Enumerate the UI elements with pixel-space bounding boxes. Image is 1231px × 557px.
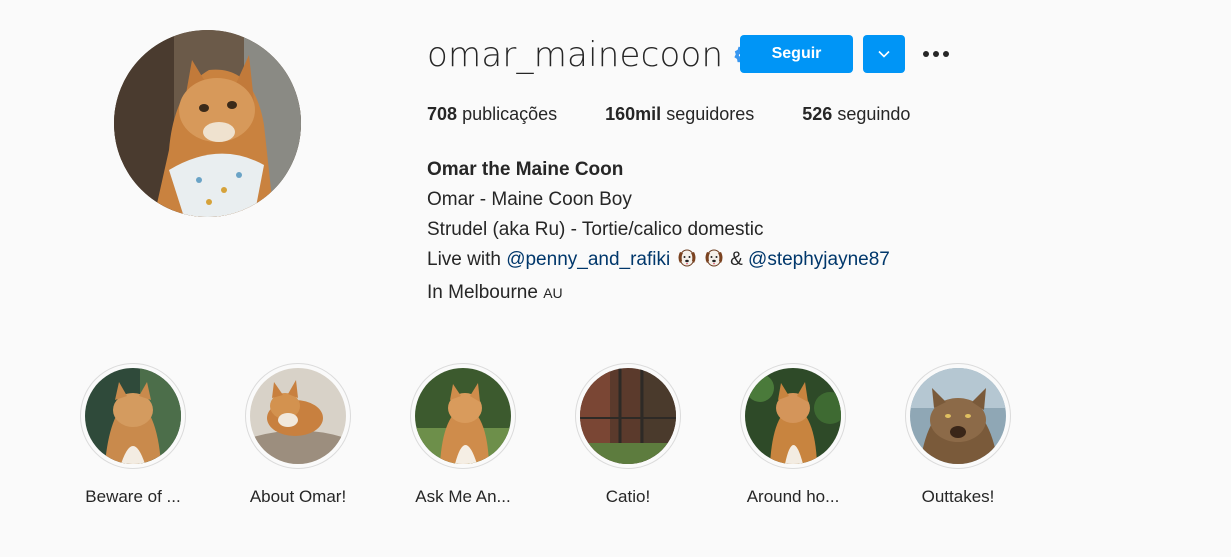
highlight-ring xyxy=(410,363,516,469)
highlight-cover xyxy=(415,368,511,464)
country-flag: AU xyxy=(543,285,563,301)
highlight-item[interactable]: Outtakes! xyxy=(888,363,1028,507)
highlight-label: Ask Me An... xyxy=(415,487,511,506)
suggested-dropdown-button[interactable] xyxy=(863,35,905,73)
highlight-item[interactable]: About Omar! xyxy=(228,363,368,507)
mention-link-1[interactable]: @penny_and_rafiki xyxy=(506,249,670,270)
profile-bio: Omar the Maine Coon Omar - Maine Coon Bo… xyxy=(427,155,890,308)
profile-stats: 708 publicações 160mil seguidores 526 se… xyxy=(427,104,958,125)
more-options-button[interactable] xyxy=(917,40,955,68)
highlight-ring xyxy=(245,363,351,469)
highlight-label: Outtakes! xyxy=(921,487,995,506)
highlight-label: Catio! xyxy=(605,487,651,506)
chevron-down-icon xyxy=(877,47,891,62)
highlight-item[interactable]: Beware of ... xyxy=(63,363,203,507)
more-options-icon xyxy=(922,45,950,63)
highlight-label: Beware of ... xyxy=(85,487,181,506)
highlight-ring xyxy=(740,363,846,469)
bio-line-2: Strudel (aka Ru) - Tortie/calico domesti… xyxy=(427,219,764,240)
highlight-item[interactable]: Around ho... xyxy=(723,363,863,507)
highlight-label: Around ho... xyxy=(746,487,840,506)
username: omar_mainecoon xyxy=(427,35,724,75)
full-name: Omar the Maine Coon xyxy=(427,159,624,180)
dog-emoji-icon xyxy=(703,246,725,278)
followers-stat[interactable]: 160mil seguidores xyxy=(605,104,754,125)
highlight-cover xyxy=(85,368,181,464)
highlight-cover xyxy=(580,368,676,464)
highlight-label: About Omar! xyxy=(249,487,347,506)
mention-link-2[interactable]: @stephyjayne87 xyxy=(748,249,890,270)
bio-ampersand: & xyxy=(730,249,743,270)
posts-label: publicações xyxy=(462,104,558,124)
highlight-ring xyxy=(575,363,681,469)
highlight-cover xyxy=(910,368,1006,464)
username-row: omar_mainecoon xyxy=(427,30,755,80)
follow-button[interactable]: Seguir xyxy=(740,35,853,73)
bio-line-1: Omar - Maine Coon Boy xyxy=(427,189,632,210)
profile-avatar[interactable] xyxy=(114,30,301,217)
bio-line-3: Live with @penny_and_rafiki & @stephyjay… xyxy=(427,245,890,278)
followers-count: 160mil xyxy=(605,104,662,124)
following-stat[interactable]: 526 seguindo xyxy=(802,104,910,125)
posts-stat: 708 publicações xyxy=(427,104,557,125)
highlight-item[interactable]: Ask Me An... xyxy=(393,363,533,507)
bio-location: In Melbourne xyxy=(427,282,538,303)
profile-header: omar_mainecoon Seguir xyxy=(427,30,949,80)
highlight-item[interactable]: Catio! xyxy=(558,363,698,507)
bio-live-with: Live with xyxy=(427,249,501,270)
dog-emoji-icon xyxy=(676,246,698,278)
highlight-ring xyxy=(80,363,186,469)
following-label: seguindo xyxy=(837,104,911,124)
highlight-cover xyxy=(250,368,346,464)
posts-count: 708 xyxy=(427,104,458,124)
bio-line-4: In Melbourne AU xyxy=(427,278,890,308)
highlight-ring xyxy=(905,363,1011,469)
highlight-cover xyxy=(745,368,841,464)
following-count: 526 xyxy=(802,104,833,124)
story-highlights: Beware of ... About Omar! Ask Me An... C… xyxy=(0,363,1231,523)
followers-label: seguidores xyxy=(666,104,755,124)
